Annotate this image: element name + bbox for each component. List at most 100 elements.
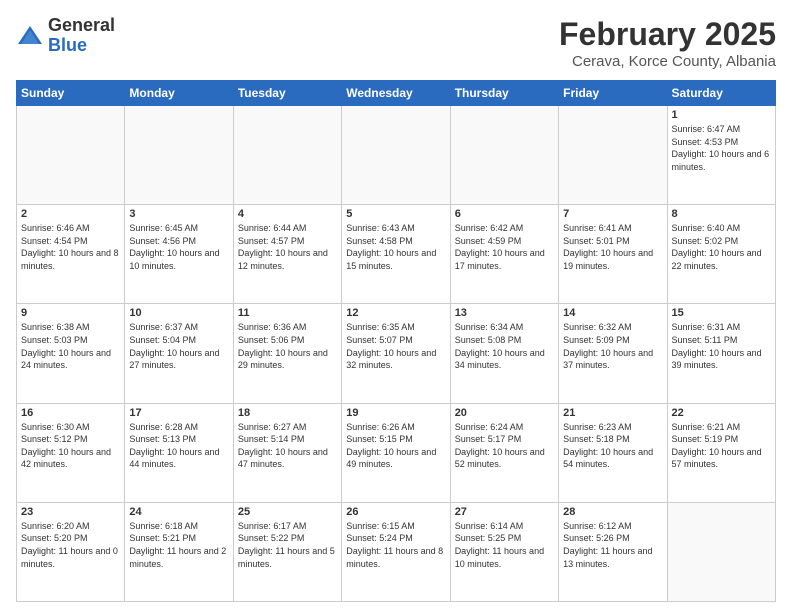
calendar-cell-w4-d2: 17Sunrise: 6:28 AM Sunset: 5:13 PM Dayli…	[125, 403, 233, 502]
calendar-cell-w5-d7	[667, 502, 775, 601]
calendar-cell-w3-d1: 9 Sunrise: 6:38 AM Sunset: 5:03 PM Daylig…	[17, 304, 125, 403]
calendar-cell-w1-d4	[342, 106, 450, 205]
calendar-cell-w1-d3	[233, 106, 341, 205]
day-info: Sunrise: 6:44 AM Sunset: 4:57 PM Dayligh…	[238, 222, 337, 272]
day-info: Sunrise: 6:30 AM Sunset: 5:12 PM Dayligh…	[21, 421, 120, 471]
day-info: Sunrise: 6:18 AM Sunset: 5:21 PM Dayligh…	[129, 520, 228, 570]
day-number: 15	[672, 307, 771, 319]
col-tuesday: Tuesday	[233, 81, 341, 106]
day-number: 26	[346, 506, 445, 518]
calendar-cell-w1-d5	[450, 106, 558, 205]
calendar-cell-w3-d6: 14Sunrise: 6:32 AM Sunset: 5:09 PM Dayli…	[559, 304, 667, 403]
col-saturday: Saturday	[667, 81, 775, 106]
calendar-cell-w3-d4: 12 Sunrise: 6:35 AM Sunset: 5:07 PM Dayli…	[342, 304, 450, 403]
day-number: 7	[563, 208, 662, 220]
day-info: Sunrise: 6:15 AM Sunset: 5:24 PM Dayligh…	[346, 520, 445, 570]
day-number: 4	[238, 208, 337, 220]
calendar-cell-w1-d2	[125, 106, 233, 205]
page: General Blue February 2025 Cerava, Korce…	[0, 0, 792, 612]
calendar-cell-w2-d5: 6 Sunrise: 6:42 AM Sunset: 4:59 PM Daylig…	[450, 205, 558, 304]
calendar-cell-w3-d3: 11 Sunrise: 6:36 AM Sunset: 5:06 PM Dayli…	[233, 304, 341, 403]
calendar-cell-w1-d6	[559, 106, 667, 205]
day-number: 11	[238, 307, 337, 319]
calendar-title: February 2025	[559, 16, 776, 53]
day-info: Sunrise: 6:43 AM Sunset: 4:58 PM Dayligh…	[346, 222, 445, 272]
calendar-table: Sunday Monday Tuesday Wednesday Thursday…	[16, 80, 776, 602]
day-info: Sunrise: 6:28 AM Sunset: 5:13 PM Dayligh…	[129, 421, 228, 471]
day-number: 24	[129, 506, 228, 518]
calendar-cell-w3-d5: 13 Sunrise: 6:34 AM Sunset: 5:08 PM Dayli…	[450, 304, 558, 403]
day-info: Sunrise: 6:47 AM Sunset: 4:53 PM Dayligh…	[672, 123, 771, 173]
day-number: 6	[455, 208, 554, 220]
day-info: Sunrise: 6:26 AM Sunset: 5:15 PM Dayligh…	[346, 421, 445, 471]
day-number: 14	[563, 307, 662, 319]
day-info: Sunrise: 6:14 AM Sunset: 5:25 PM Dayligh…	[455, 520, 554, 570]
day-number: 18	[238, 407, 337, 419]
calendar-cell-w5-d6: 28Sunrise: 6:12 AM Sunset: 5:26 PM Dayli…	[559, 502, 667, 601]
calendar-cell-w2-d3: 4 Sunrise: 6:44 AM Sunset: 4:57 PM Daylig…	[233, 205, 341, 304]
calendar-cell-w5-d5: 27 Sunrise: 6:14 AM Sunset: 5:25 PM Dayli…	[450, 502, 558, 601]
day-number: 21	[563, 407, 662, 419]
day-number: 9	[21, 307, 120, 319]
calendar-subtitle: Cerava, Korce County, Albania	[559, 53, 776, 70]
day-info: Sunrise: 6:35 AM Sunset: 5:07 PM Dayligh…	[346, 321, 445, 371]
day-number: 12	[346, 307, 445, 319]
day-info: Sunrise: 6:17 AM Sunset: 5:22 PM Dayligh…	[238, 520, 337, 570]
day-info: Sunrise: 6:24 AM Sunset: 5:17 PM Dayligh…	[455, 421, 554, 471]
calendar-cell-w4-d6: 21 Sunrise: 6:23 AM Sunset: 5:18 PM Dayli…	[559, 403, 667, 502]
day-number: 23	[21, 506, 120, 518]
day-info: Sunrise: 6:23 AM Sunset: 5:18 PM Dayligh…	[563, 421, 662, 471]
calendar-cell-w5-d3: 25 Sunrise: 6:17 AM Sunset: 5:22 PM Dayli…	[233, 502, 341, 601]
col-wednesday: Wednesday	[342, 81, 450, 106]
calendar-cell-w4-d1: 16Sunrise: 6:30 AM Sunset: 5:12 PM Dayli…	[17, 403, 125, 502]
logo-icon	[16, 22, 44, 50]
title-block: February 2025 Cerava, Korce County, Alba…	[559, 16, 776, 70]
day-info: Sunrise: 6:36 AM Sunset: 5:06 PM Dayligh…	[238, 321, 337, 371]
calendar-week-1: 1 Sunrise: 6:47 AM Sunset: 4:53 PM Daylig…	[17, 106, 776, 205]
day-info: Sunrise: 6:38 AM Sunset: 5:03 PM Dayligh…	[21, 321, 120, 371]
logo-general-text: General	[48, 15, 115, 35]
calendar-cell-w5-d1: 23Sunrise: 6:20 AM Sunset: 5:20 PM Dayli…	[17, 502, 125, 601]
day-number: 10	[129, 307, 228, 319]
calendar-cell-w5-d4: 26 Sunrise: 6:15 AM Sunset: 5:24 PM Dayli…	[342, 502, 450, 601]
day-number: 13	[455, 307, 554, 319]
calendar-week-3: 9 Sunrise: 6:38 AM Sunset: 5:03 PM Daylig…	[17, 304, 776, 403]
day-info: Sunrise: 6:12 AM Sunset: 5:26 PM Dayligh…	[563, 520, 662, 570]
calendar-cell-w2-d6: 7 Sunrise: 6:41 AM Sunset: 5:01 PM Daylig…	[559, 205, 667, 304]
day-number: 27	[455, 506, 554, 518]
day-number: 5	[346, 208, 445, 220]
calendar-header-row: Sunday Monday Tuesday Wednesday Thursday…	[17, 81, 776, 106]
day-number: 25	[238, 506, 337, 518]
day-info: Sunrise: 6:41 AM Sunset: 5:01 PM Dayligh…	[563, 222, 662, 272]
calendar-cell-w2-d7: 8Sunrise: 6:40 AM Sunset: 5:02 PM Daylig…	[667, 205, 775, 304]
calendar-cell-w4-d3: 18 Sunrise: 6:27 AM Sunset: 5:14 PM Dayli…	[233, 403, 341, 502]
day-number: 19	[346, 407, 445, 419]
day-info: Sunrise: 6:45 AM Sunset: 4:56 PM Dayligh…	[129, 222, 228, 272]
day-info: Sunrise: 6:34 AM Sunset: 5:08 PM Dayligh…	[455, 321, 554, 371]
day-info: Sunrise: 6:42 AM Sunset: 4:59 PM Dayligh…	[455, 222, 554, 272]
col-monday: Monday	[125, 81, 233, 106]
day-number: 1	[672, 109, 771, 121]
day-info: Sunrise: 6:31 AM Sunset: 5:11 PM Dayligh…	[672, 321, 771, 371]
day-number: 3	[129, 208, 228, 220]
day-number: 2	[21, 208, 120, 220]
logo-blue-text: Blue	[48, 35, 87, 55]
calendar-cell-w2-d1: 2Sunrise: 6:46 AM Sunset: 4:54 PM Daylig…	[17, 205, 125, 304]
calendar-cell-w2-d2: 3 Sunrise: 6:45 AM Sunset: 4:56 PM Daylig…	[125, 205, 233, 304]
day-number: 8	[672, 208, 771, 220]
calendar-week-4: 16Sunrise: 6:30 AM Sunset: 5:12 PM Dayli…	[17, 403, 776, 502]
calendar-cell-w3-d7: 15 Sunrise: 6:31 AM Sunset: 5:11 PM Dayli…	[667, 304, 775, 403]
calendar-cell-w5-d2: 24 Sunrise: 6:18 AM Sunset: 5:21 PM Dayli…	[125, 502, 233, 601]
calendar-cell-w1-d7: 1 Sunrise: 6:47 AM Sunset: 4:53 PM Daylig…	[667, 106, 775, 205]
calendar-cell-w1-d1	[17, 106, 125, 205]
calendar-week-2: 2Sunrise: 6:46 AM Sunset: 4:54 PM Daylig…	[17, 205, 776, 304]
calendar-cell-w2-d4: 5 Sunrise: 6:43 AM Sunset: 4:58 PM Daylig…	[342, 205, 450, 304]
calendar-cell-w4-d4: 19 Sunrise: 6:26 AM Sunset: 5:15 PM Dayli…	[342, 403, 450, 502]
calendar-cell-w3-d2: 10 Sunrise: 6:37 AM Sunset: 5:04 PM Dayli…	[125, 304, 233, 403]
calendar-cell-w4-d7: 22Sunrise: 6:21 AM Sunset: 5:19 PM Dayli…	[667, 403, 775, 502]
day-info: Sunrise: 6:37 AM Sunset: 5:04 PM Dayligh…	[129, 321, 228, 371]
day-info: Sunrise: 6:27 AM Sunset: 5:14 PM Dayligh…	[238, 421, 337, 471]
calendar-week-5: 23Sunrise: 6:20 AM Sunset: 5:20 PM Dayli…	[17, 502, 776, 601]
header: General Blue February 2025 Cerava, Korce…	[16, 16, 776, 70]
col-friday: Friday	[559, 81, 667, 106]
